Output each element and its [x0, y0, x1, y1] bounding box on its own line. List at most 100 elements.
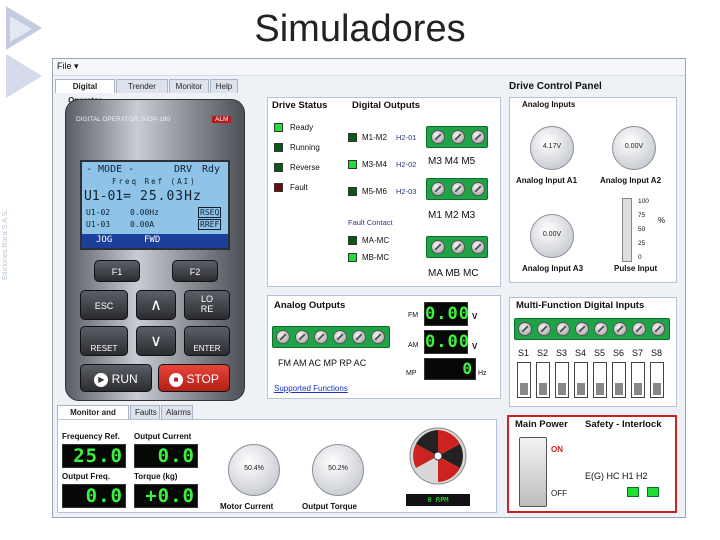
analog-input-a2-knob[interactable]: 0.00V [612, 126, 656, 170]
led-ma-mc [348, 236, 357, 245]
switch-s3[interactable] [555, 362, 569, 398]
mp-label: MP [406, 370, 417, 377]
f1-button[interactable]: F1 [94, 260, 140, 282]
up-button[interactable]: ∧ [136, 290, 176, 320]
menu-bar: File ▾ [53, 59, 685, 76]
a2-value: 0.00V [624, 143, 644, 150]
switch-s7[interactable] [631, 362, 645, 398]
terminal-label-ma-mc: MA MB MC [428, 268, 479, 279]
led-m1-m2 [348, 133, 357, 142]
switch-s6[interactable] [612, 362, 626, 398]
supported-functions-link[interactable]: Supported Functions [274, 384, 348, 393]
led-fault [274, 183, 283, 192]
terminal-block-analog [272, 326, 390, 348]
power-off-label: OFF [551, 489, 567, 498]
lcd-mode: - MODE - [86, 164, 135, 175]
output-tag-h2-01: H2-01 [396, 133, 417, 142]
lcd-u1-02: U1-02 [86, 208, 111, 217]
down-button[interactable]: ∨ [136, 326, 176, 356]
run-button[interactable]: ▶ RUN [80, 364, 152, 392]
analog-input-a3-knob[interactable]: 0.00V [530, 214, 574, 258]
a1-label: Analog Input A1 [516, 176, 578, 185]
motor-current-gauge: 50.4% [228, 444, 280, 496]
output-tag-h2-03: H2-03 [396, 187, 417, 196]
status-ready: Ready [290, 123, 314, 132]
output-torque-label: Output Torque [302, 502, 357, 511]
analog-input-a1-knob[interactable]: 4.17V [530, 126, 574, 170]
tab-digital-operator[interactable]: Digital Operator [55, 79, 115, 105]
fault-mb-mc: MB-MC [362, 253, 390, 262]
tab-faults[interactable]: Faults [130, 405, 160, 419]
torque-label: Torque (kg) [134, 472, 178, 481]
esc-button[interactable]: ESC [80, 290, 128, 320]
output-m5-m6: M5-M6 [362, 187, 387, 196]
switch-s1[interactable] [517, 362, 531, 398]
main-power-switch[interactable] [519, 437, 547, 507]
am-display: 0.00 [424, 330, 470, 354]
terminal-block-m3-m5 [426, 126, 488, 148]
power-safety-panel: Main Power Safety - Interlock ON OFF E(G… [507, 415, 677, 513]
lcd-rref: RREF [198, 219, 222, 230]
simulator-window: File ▾ Digital Operator Trender Monitor … [52, 58, 686, 518]
analog-terminal-labels: FM AM AC MP RP AC [278, 358, 367, 368]
switch-s6-label: S6 [613, 348, 625, 358]
tab-monitor[interactable]: Monitor [169, 79, 209, 93]
switch-s2[interactable] [536, 362, 550, 398]
side-credit: Ediciones Roca S.A.S. [2, 209, 9, 280]
output-freq-display: 0.0 [62, 484, 126, 508]
menu-file[interactable]: File ▾ [57, 61, 79, 72]
reset-label: RESET [90, 344, 118, 353]
enter-label: ENTER [193, 344, 221, 353]
a3-label: Analog Input A3 [522, 264, 584, 273]
stop-button[interactable]: ■ STOP [158, 364, 230, 392]
tab-monitor-motor[interactable]: Monitor and Motor [57, 405, 129, 431]
safety-h1-jumper[interactable] [627, 487, 639, 497]
tab-trender[interactable]: Trender [116, 79, 168, 93]
switch-s5[interactable] [593, 362, 607, 398]
lcd-rdy: Rdy [202, 164, 221, 175]
switch-s8[interactable] [650, 362, 664, 398]
pulse-tick-0: 0 [638, 254, 642, 261]
re-label: RE [200, 304, 214, 314]
lcd-u1-03-value: 0.00A [130, 220, 155, 229]
led-m5-m6 [348, 187, 357, 196]
terminal-label-m3-m5: M3 M4 M5 [428, 156, 476, 167]
slide-title: Simuladores [254, 8, 466, 50]
switch-s2-label: S2 [537, 348, 549, 358]
led-mb-mc [348, 253, 357, 262]
fm-label: FM [408, 312, 419, 319]
switch-s3-label: S3 [556, 348, 568, 358]
lo-re-button[interactable]: LO RE [184, 290, 230, 320]
switch-s4[interactable] [574, 362, 588, 398]
lcd-jog: JOG [96, 235, 113, 245]
pulse-input-slider[interactable] [622, 198, 632, 262]
freq-ref-label: Frequency Ref. [62, 432, 120, 441]
digital-outputs-title: Digital Outputs [352, 100, 421, 111]
led-ready [274, 123, 283, 132]
lcd-rseq: RSEQ [198, 207, 222, 218]
safety-interlock-title: Safety - Interlock [585, 419, 662, 430]
led-running [274, 143, 283, 152]
enter-button[interactable]: ENTER [184, 326, 230, 356]
terminal-label-m1-m3: M1 M2 M3 [428, 210, 476, 221]
reset-button[interactable]: RESET [80, 326, 128, 356]
led-reverse [274, 163, 283, 172]
rpm-display: 0 RPM [406, 494, 470, 506]
switch-s8-label: S8 [651, 348, 663, 358]
tab-help[interactable]: Help [210, 79, 238, 93]
pulse-tick-100: 100 [638, 198, 649, 205]
power-on-label: ON [551, 445, 563, 454]
lcd-u1-01-label: U1-01= [84, 189, 131, 204]
lo-label: LO [200, 294, 213, 304]
f2-button[interactable]: F2 [172, 260, 218, 282]
switch-s4-label: S4 [575, 348, 587, 358]
tab-alarms[interactable]: Alarms [161, 405, 193, 419]
fault-contact-title: Fault Contact [348, 218, 393, 227]
safety-h2-jumper[interactable] [647, 487, 659, 497]
switch-s1-label: S1 [518, 348, 530, 358]
motor-current-label: Motor Current [220, 502, 274, 511]
logo-icon [6, 6, 42, 98]
mp-unit: Hz [478, 370, 487, 377]
stop-icon: ■ [169, 372, 184, 387]
motor-fan-icon [409, 427, 467, 485]
